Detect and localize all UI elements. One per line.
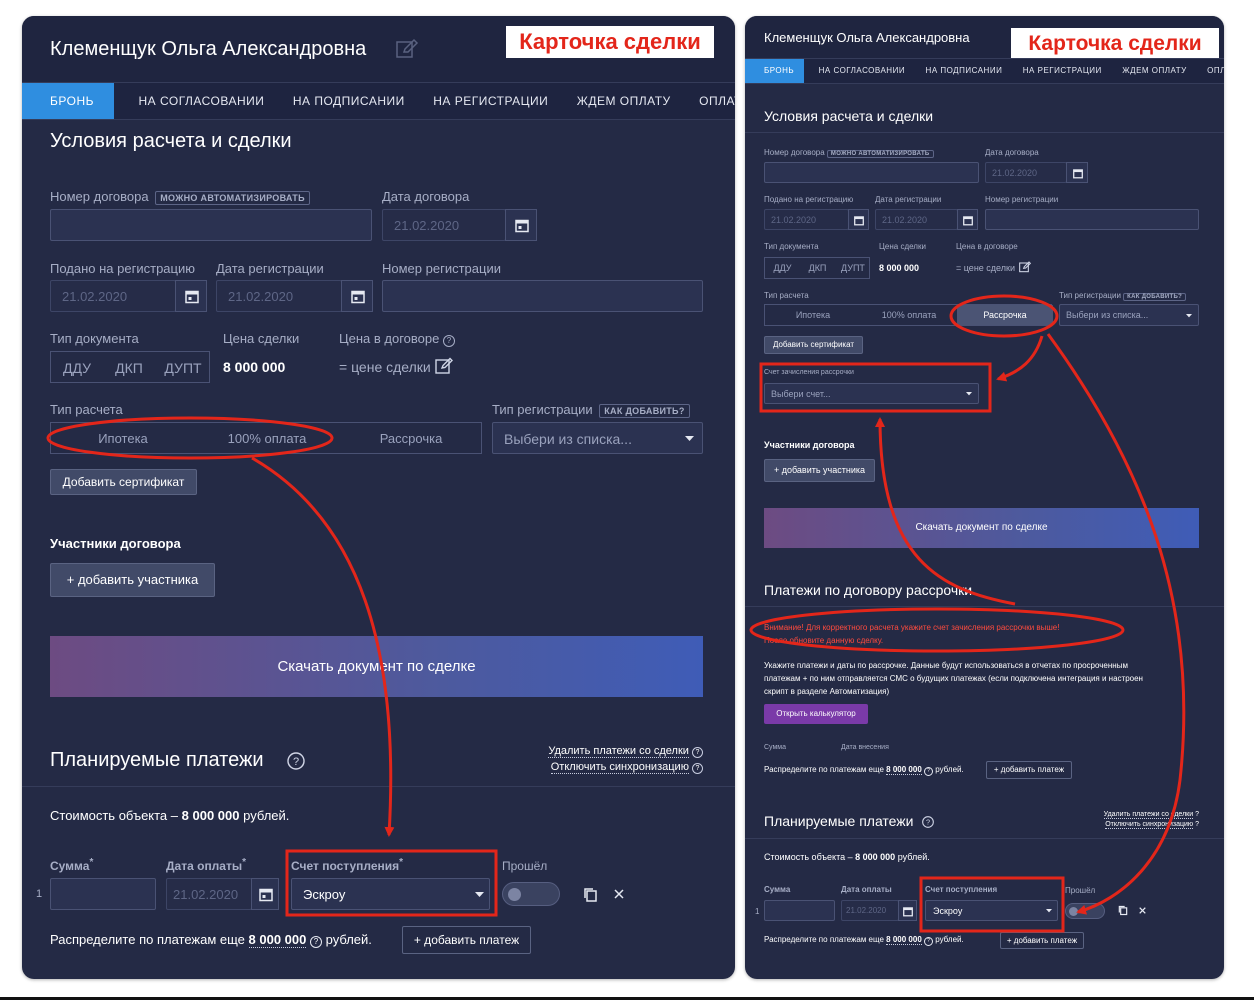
installment-highlight [949, 294, 1059, 338]
warning-highlight [749, 607, 1125, 653]
annotation-overlay [46, 294, 1186, 933]
account-field-highlight-small [919, 876, 1065, 933]
installment-account-highlight [759, 362, 992, 413]
annotation-arrow [251, 456, 395, 837]
payment-type-highlight [46, 416, 334, 460]
annotation-arrow [996, 335, 1044, 382]
annotation-arrow [875, 417, 1016, 606]
account-field-highlight [285, 849, 498, 917]
